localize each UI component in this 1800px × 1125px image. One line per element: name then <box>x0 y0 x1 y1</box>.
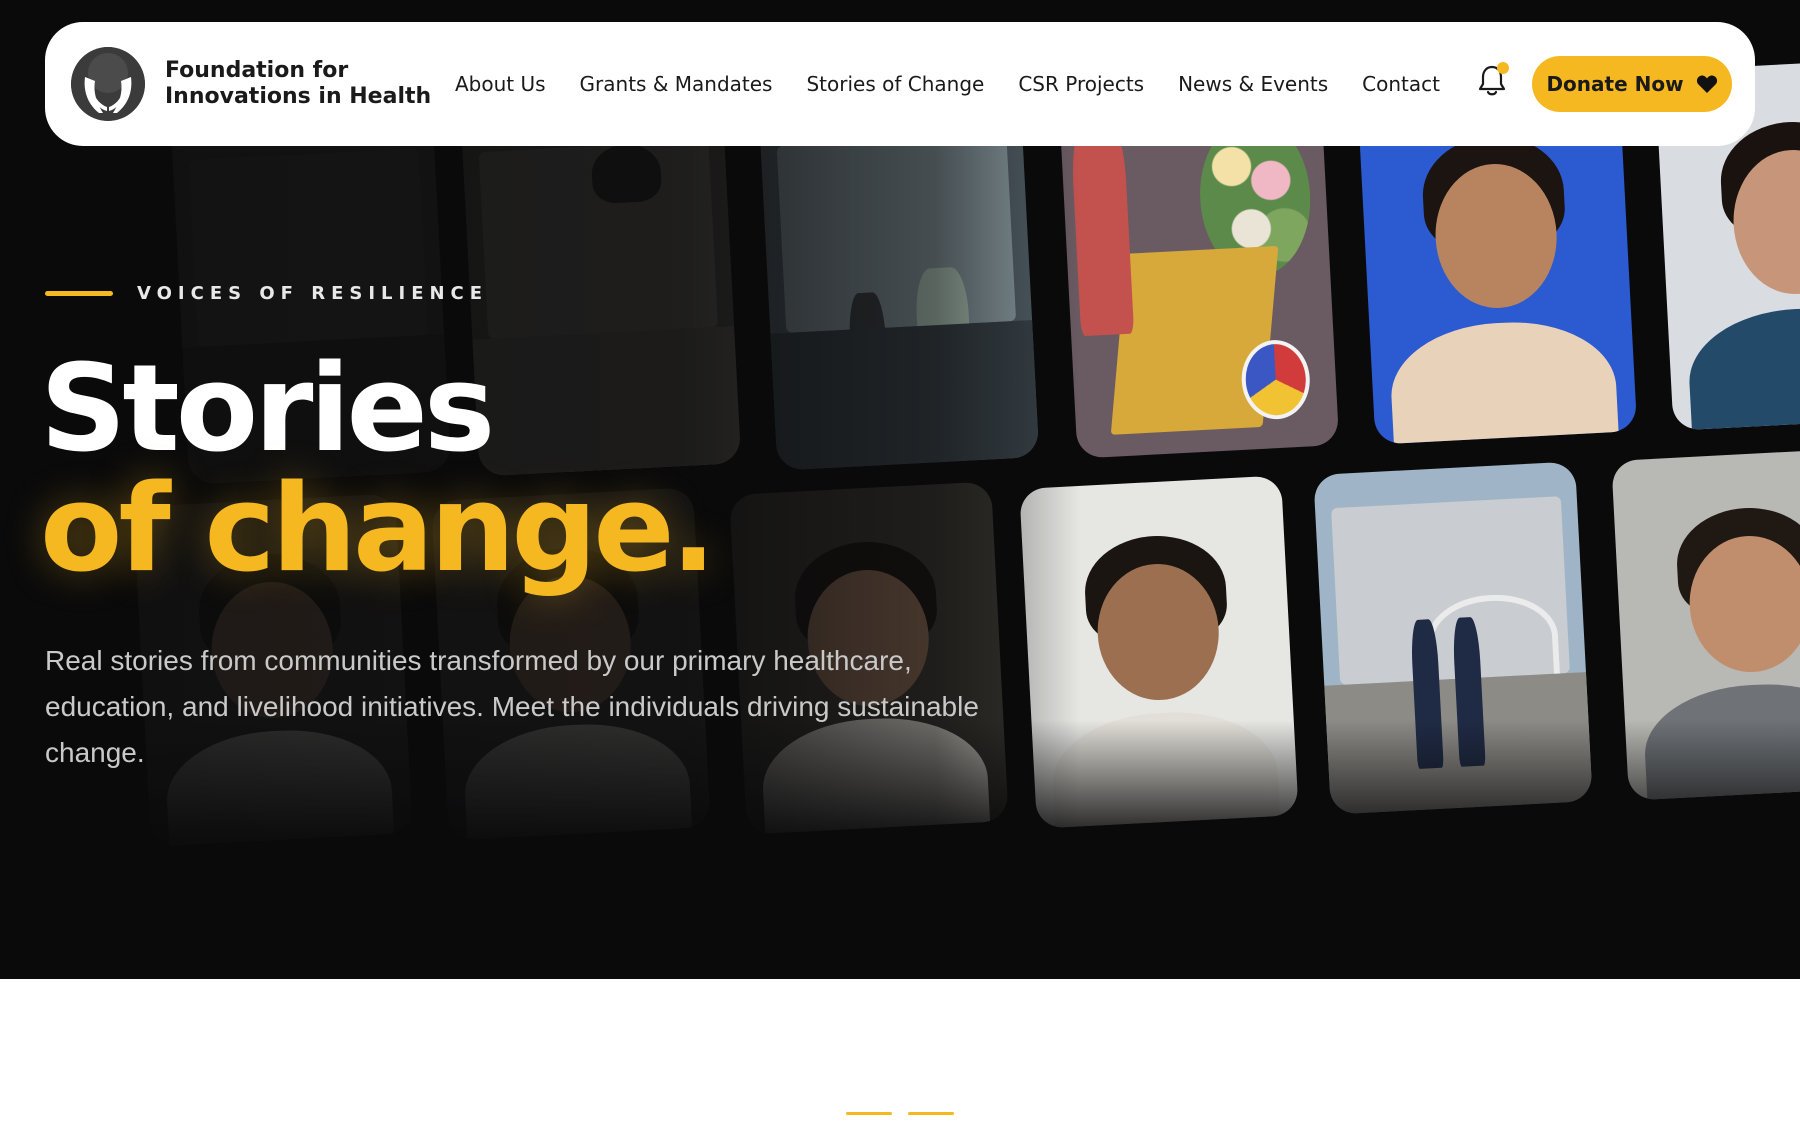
brand-name: Foundation for Innovations in Health <box>165 58 431 110</box>
donate-button-label: Donate Now <box>1546 72 1684 96</box>
bell-icon[interactable] <box>1477 62 1509 98</box>
nav-link-csr-projects[interactable]: CSR Projects <box>1018 72 1144 96</box>
top-navbar: Foundation for Innovations in Health Abo… <box>45 22 1755 146</box>
eyebrow-text: VOICES OF RESILIENCE <box>137 283 489 304</box>
hero-eyebrow: VOICES OF RESILIENCE <box>45 283 488 304</box>
nav-link-stories-of-change[interactable]: Stories of Change <box>806 72 984 96</box>
brand-name-line2: Innovations in Health <box>165 84 432 109</box>
section-divider-right <box>908 1112 954 1115</box>
brand-name-line1: Foundation for <box>165 58 349 83</box>
hero-title-line1: Stories <box>40 340 495 479</box>
heart-icon <box>1696 74 1718 94</box>
hero-title-line2: of change. <box>40 460 716 599</box>
hero-section: VOICES OF RESILIENCE Stories of change. … <box>0 0 1800 979</box>
nav-link-about-us[interactable]: About Us <box>455 72 546 96</box>
nav-link-news-events[interactable]: News & Events <box>1178 72 1328 96</box>
nav-links: About Us Grants & Mandates Stories of Ch… <box>455 72 1440 96</box>
eyebrow-accent-line <box>45 291 113 296</box>
donate-now-button[interactable]: Donate Now <box>1532 56 1732 112</box>
section-divider-left <box>846 1112 892 1115</box>
hands-holding-globe-icon <box>71 47 145 121</box>
notification-dot <box>1497 62 1509 74</box>
hero-description: Real stories from communities transforme… <box>45 645 979 768</box>
nav-link-grants-mandates[interactable]: Grants & Mandates <box>580 72 773 96</box>
nav-link-contact[interactable]: Contact <box>1362 72 1440 96</box>
brand[interactable]: Foundation for Innovations in Health <box>71 47 455 121</box>
